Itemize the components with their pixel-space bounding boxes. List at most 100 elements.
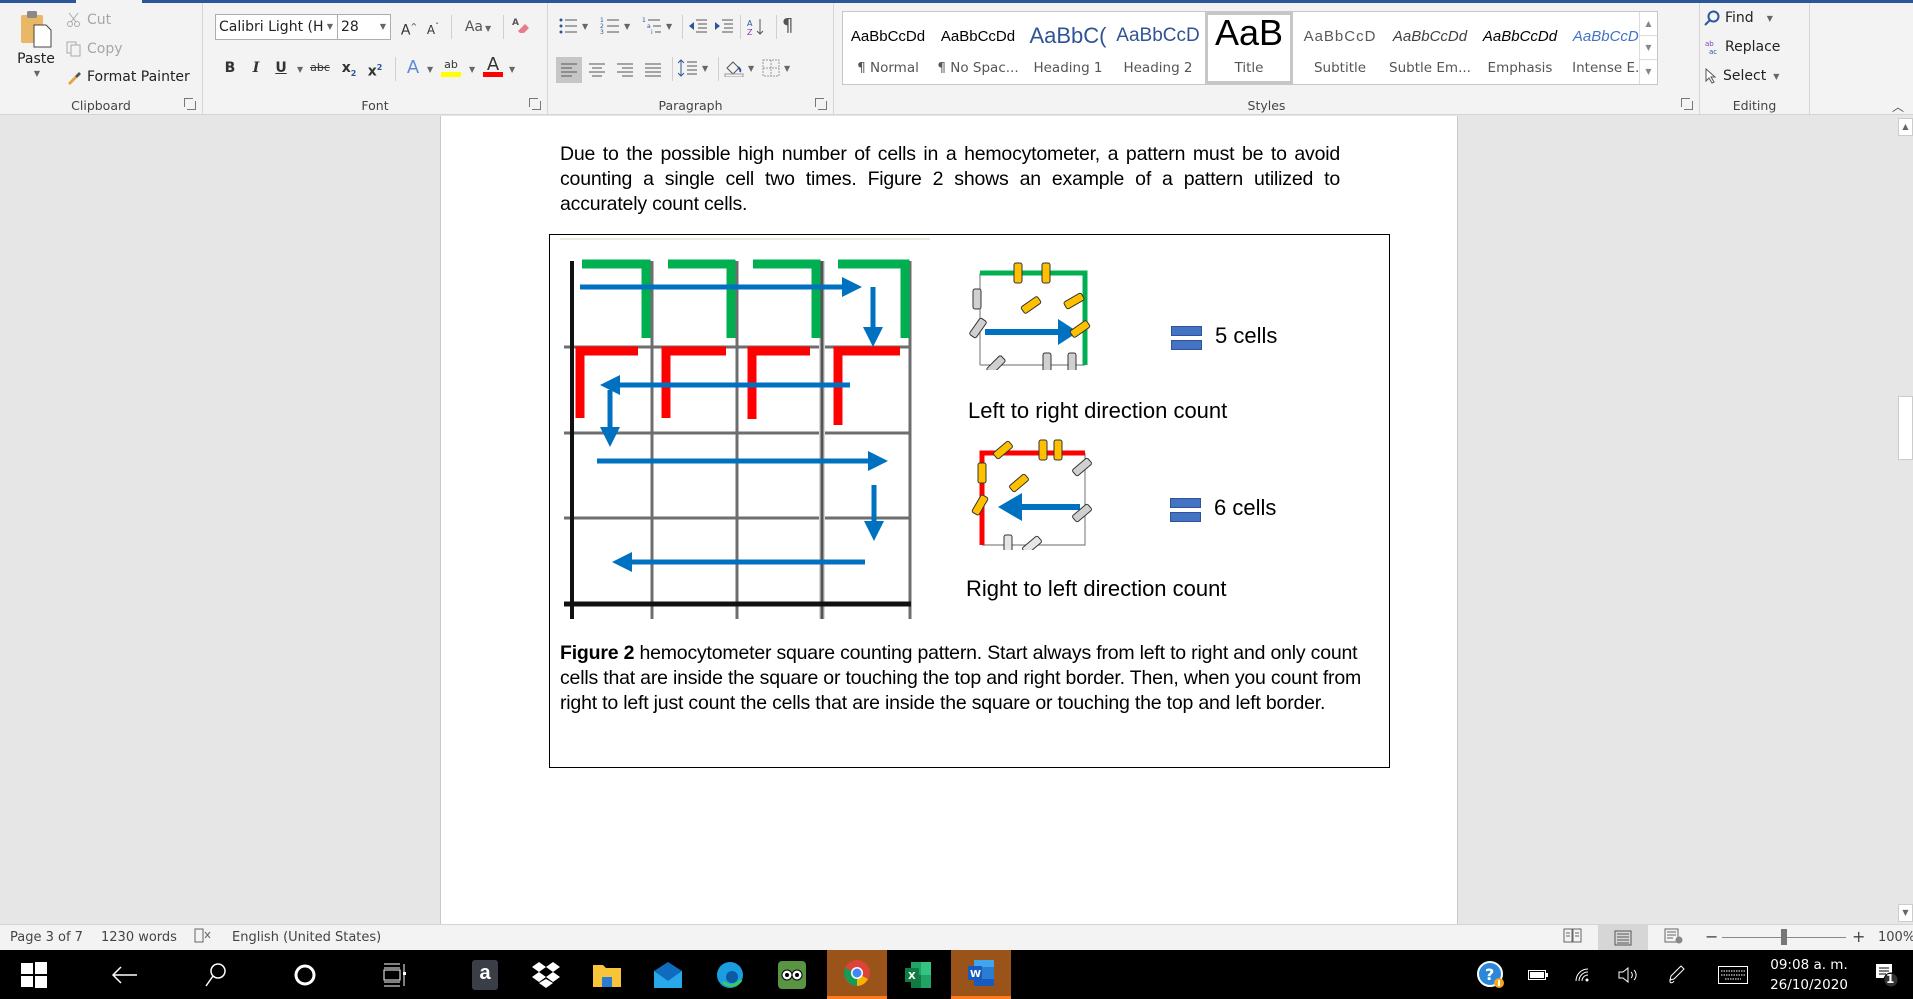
zoom-slider-thumb[interactable] [1781, 929, 1787, 945]
bold-button[interactable]: B [218, 56, 242, 80]
numbering-button[interactable]: 1 2 3 ▼ [600, 17, 630, 35]
multilevel-list-button[interactable]: 1 a i ▼ [642, 17, 672, 35]
print-layout-icon[interactable] [1598, 925, 1648, 950]
volume-icon[interactable] [1612, 950, 1646, 999]
select-button[interactable]: Select ▼ [1704, 68, 1779, 84]
style-emphasis[interactable]: AaBbCcDd Emphasis [1475, 12, 1565, 84]
touch-keyboard-icon[interactable] [1716, 950, 1750, 999]
document-page[interactable]: Due to the possible high number of cells… [440, 116, 1458, 924]
copy-button[interactable]: Copy [66, 41, 123, 57]
proofing-icon[interactable] [194, 928, 212, 948]
gallery-up-icon[interactable]: ▲ [1640, 12, 1657, 36]
taskbar-app-chrome[interactable] [827, 950, 887, 999]
scroll-down-icon[interactable]: ▼ [1898, 904, 1913, 922]
taskbar-app-file-explorer[interactable] [577, 950, 637, 999]
gallery-more-icon[interactable]: ▼ [1640, 60, 1657, 84]
style-heading-2[interactable]: AaBbCcD Heading 2 [1113, 12, 1203, 84]
clock[interactable]: 09:08 a. m. 26/10/2020 [1762, 950, 1856, 999]
language[interactable]: English (United States) [232, 930, 381, 945]
paste-button[interactable]: Paste ▼ [16, 7, 56, 78]
style-subtle-emphasis[interactable]: AaBbCcDd Subtle Em... [1385, 12, 1475, 84]
justify-button[interactable] [640, 57, 666, 83]
label-right-to-left: Right to left direction count [966, 576, 1227, 601]
action-center-button[interactable]: 1 [1866, 950, 1906, 999]
font-name-combo[interactable]: Calibri Light (H ▼ [215, 14, 338, 40]
taskbar-app-word[interactable]: W [951, 950, 1011, 999]
collapse-ribbon-icon[interactable]: ︿ [1892, 98, 1904, 115]
text-effects-dropdown-icon[interactable]: ▼ [427, 65, 433, 74]
font-color-dropdown-icon[interactable]: ▼ [509, 65, 515, 74]
pen-icon[interactable] [1660, 950, 1694, 999]
equals-sign-icon [1171, 326, 1202, 352]
gallery-down-icon[interactable]: ▼ [1640, 36, 1657, 60]
taskbar-app-amazon[interactable]: a [455, 950, 515, 999]
underline-button[interactable]: U [269, 56, 293, 80]
shrink-font-button[interactable]: Aˇ [421, 15, 445, 39]
taskbar-app-mail[interactable] [638, 950, 698, 999]
task-view-button[interactable] [365, 950, 425, 999]
align-center-button[interactable] [584, 57, 610, 83]
show-formatting-marks-button[interactable]: ¶ [782, 15, 793, 36]
highlight-button[interactable]: ab [439, 53, 463, 77]
zoom-out-button[interactable]: − [1705, 927, 1718, 946]
shading-button[interactable]: ▼ [724, 59, 754, 77]
web-layout-icon[interactable] [1664, 928, 1684, 948]
taskbar-app-excel[interactable]: X [888, 950, 948, 999]
battery-icon[interactable] [1521, 950, 1555, 999]
strikethrough-button[interactable]: abc [305, 56, 335, 80]
back-button[interactable] [95, 950, 155, 999]
cortana-button[interactable] [275, 950, 335, 999]
font-size-combo[interactable]: 28 ▼ [337, 14, 391, 40]
font-color-button[interactable]: A [481, 53, 505, 77]
bullets-button[interactable]: ▼ [558, 17, 588, 35]
clear-formatting-button[interactable]: A [509, 15, 533, 39]
style-heading-1[interactable]: AaBbC(Heading 1 [1023, 12, 1113, 84]
paragraph-launcher-icon[interactable] [815, 98, 827, 110]
styles-gallery: AaBbCcDd ¶ Normal AaBbCcDd ¶ No Spac... Aa… [842, 11, 1658, 85]
align-left-button[interactable] [556, 57, 582, 83]
style-normal[interactable]: AaBbCcDd ¶ Normal [843, 12, 933, 84]
read-mode-icon[interactable] [1563, 928, 1583, 948]
paste-dropdown-icon[interactable]: ▼ [34, 69, 40, 78]
increase-indent-button[interactable] [714, 17, 734, 35]
highlight-dropdown-icon[interactable]: ▼ [469, 65, 475, 74]
taskbar-app-dropbox[interactable] [516, 950, 576, 999]
styles-launcher-icon[interactable] [1681, 98, 1693, 110]
format-painter-button[interactable]: Format Painter [66, 69, 190, 85]
page-count[interactable]: Page 3 of 7 [10, 930, 83, 945]
style-title[interactable]: AaB Title [1205, 12, 1293, 84]
subscript-button[interactable]: x2 [337, 56, 361, 80]
start-button[interactable] [4, 950, 64, 999]
font-name-value: Calibri Light (H [219, 19, 324, 35]
svg-text:ac: ac [1709, 48, 1717, 55]
underline-dropdown-icon[interactable]: ▼ [297, 65, 303, 74]
scroll-thumb[interactable] [1898, 396, 1913, 460]
decrease-indent-button[interactable] [688, 17, 708, 35]
zoom-level[interactable]: 100% [1878, 930, 1913, 945]
word-count[interactable]: 1230 words [101, 930, 177, 945]
help-tray-icon[interactable]: ? [1474, 950, 1508, 999]
superscript-button[interactable]: x2 [363, 56, 387, 80]
wifi-icon[interactable] [1566, 950, 1600, 999]
find-button[interactable]: Find ▼ [1704, 10, 1773, 26]
replace-button[interactable]: ab ac Replace [1704, 39, 1780, 55]
clipboard-launcher-icon[interactable] [184, 98, 196, 110]
borders-button[interactable]: ▼ [762, 59, 790, 77]
cut-button[interactable]: Cut [66, 12, 111, 28]
taskbar-app-edge[interactable] [700, 950, 760, 999]
style-no-spacing[interactable]: AaBbCcDd ¶ No Spac... [933, 12, 1023, 84]
style-subtitle[interactable]: AaBbCcD Subtitle [1295, 12, 1385, 84]
line-spacing-button[interactable]: ▼ [678, 59, 708, 77]
zoom-in-button[interactable]: + [1852, 927, 1865, 946]
font-launcher-icon[interactable] [529, 98, 541, 110]
sort-button[interactable]: AZ [746, 17, 766, 37]
taskbar-app-tripadvisor[interactable] [762, 950, 822, 999]
scroll-up-icon[interactable]: ▲ [1898, 118, 1913, 136]
grow-font-button[interactable]: A^ [397, 15, 421, 39]
align-right-button[interactable] [612, 57, 638, 83]
change-case-button[interactable]: Aa ▼ [458, 15, 498, 39]
vertical-scrollbar[interactable]: ▲ ▼ [1898, 116, 1913, 924]
text-effects-button[interactable]: A [401, 56, 425, 80]
italic-button[interactable]: I [244, 56, 268, 80]
search-button[interactable] [186, 950, 246, 999]
